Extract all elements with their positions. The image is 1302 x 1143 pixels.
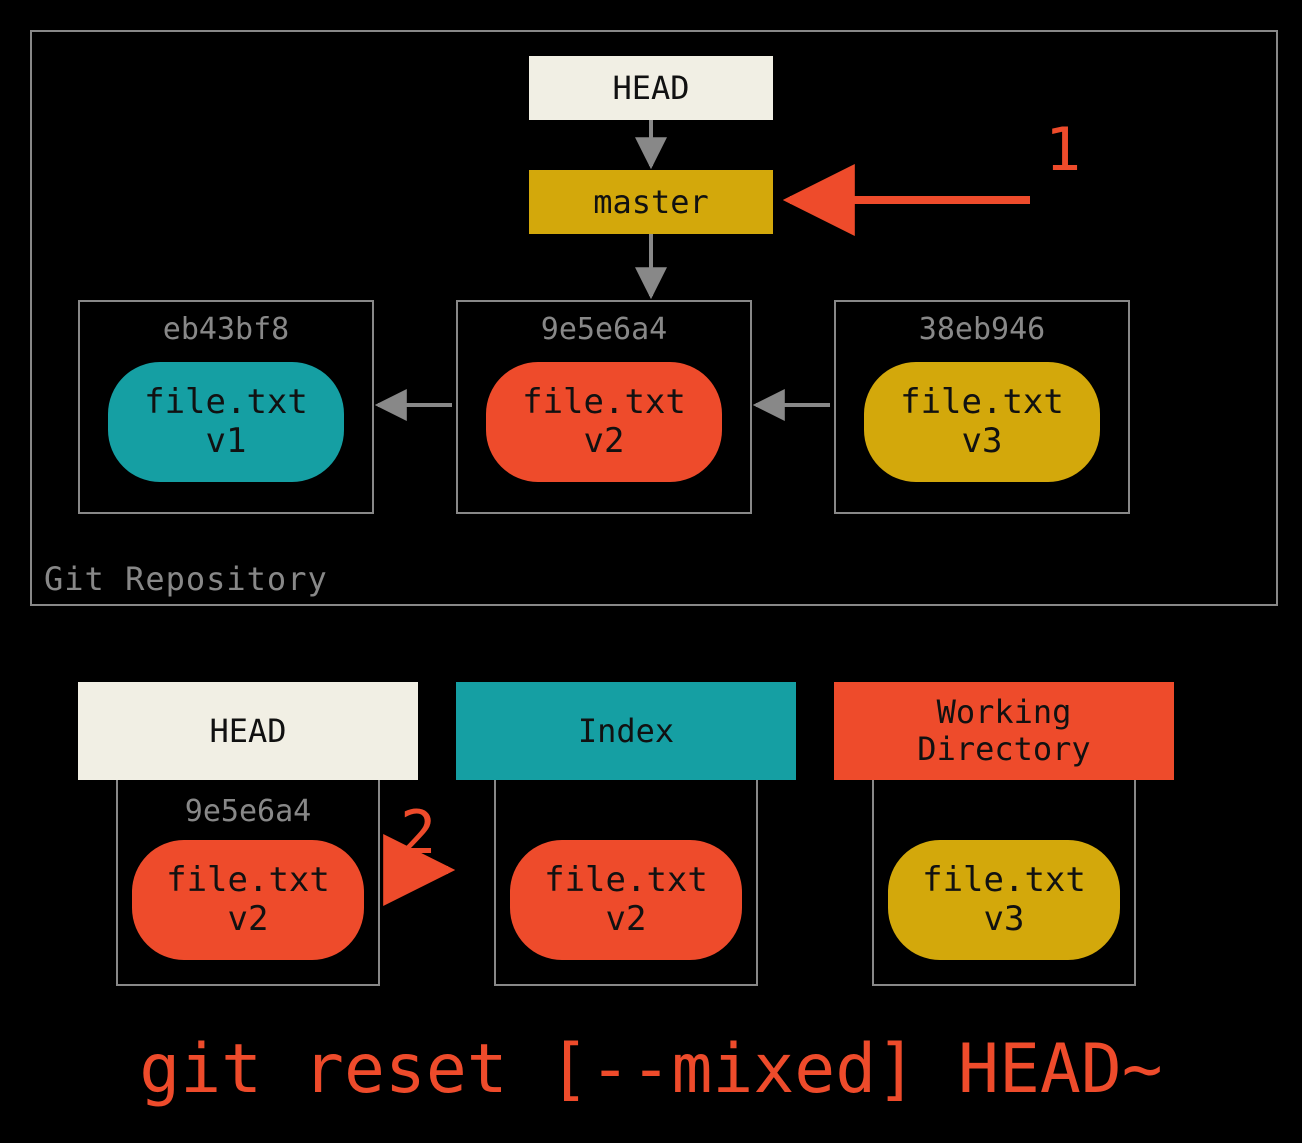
branch-box: master — [529, 170, 773, 234]
blob-1-file: file.txt — [144, 383, 308, 422]
commit-box-2: 9e5e6a4 file.txt v2 — [456, 300, 752, 514]
blob-2-version: v2 — [584, 422, 625, 461]
area-index-title: Index — [578, 713, 674, 750]
area-head-hash: 9e5e6a4 — [118, 794, 378, 829]
step-1-label: 1 — [1045, 115, 1081, 185]
area-head-version: v2 — [228, 900, 269, 939]
commit-hash-1: eb43bf8 — [80, 312, 372, 347]
area-head-title: HEAD — [209, 713, 286, 750]
blob-1-version: v1 — [206, 422, 247, 461]
blob-3-version: v3 — [962, 422, 1003, 461]
commit-hash-3: 38eb946 — [836, 312, 1128, 347]
blob-3-file: file.txt — [900, 383, 1064, 422]
blob-1: file.txt v1 — [108, 362, 344, 482]
blob-2-file: file.txt — [522, 383, 686, 422]
area-wd-title: Working Directory — [917, 694, 1090, 768]
head-ref-box: HEAD — [529, 56, 773, 120]
commit-box-1: eb43bf8 file.txt v1 — [78, 300, 374, 514]
area-index-blob: file.txt v2 — [510, 840, 742, 960]
blob-2: file.txt v2 — [486, 362, 722, 482]
area-wd-file: file.txt — [922, 861, 1086, 900]
area-index-frame: Index file.txt v2 — [494, 682, 758, 986]
command-text: git reset [--mixed] HEAD~ — [0, 1030, 1302, 1109]
commit-box-3: 38eb946 file.txt v3 — [834, 300, 1130, 514]
blob-3: file.txt v3 — [864, 362, 1100, 482]
area-index-file: file.txt — [544, 861, 708, 900]
area-head-header: HEAD — [78, 682, 418, 780]
area-index-header: Index — [456, 682, 796, 780]
head-ref-label: HEAD — [612, 69, 689, 107]
area-index-version: v2 — [606, 900, 647, 939]
area-wd-header: Working Directory — [834, 682, 1174, 780]
area-wd-frame: Working Directory file.txt v3 — [872, 682, 1136, 986]
area-head-blob: file.txt v2 — [132, 840, 364, 960]
step-2-label: 2 — [400, 798, 436, 868]
area-wd-blob: file.txt v3 — [888, 840, 1120, 960]
area-head-frame: HEAD 9e5e6a4 file.txt v2 — [116, 682, 380, 986]
area-wd-version: v3 — [984, 900, 1025, 939]
commit-hash-2: 9e5e6a4 — [458, 312, 750, 347]
area-head-file: file.txt — [166, 861, 330, 900]
repository-label: Git Repository — [44, 560, 328, 598]
branch-label: master — [593, 183, 709, 221]
